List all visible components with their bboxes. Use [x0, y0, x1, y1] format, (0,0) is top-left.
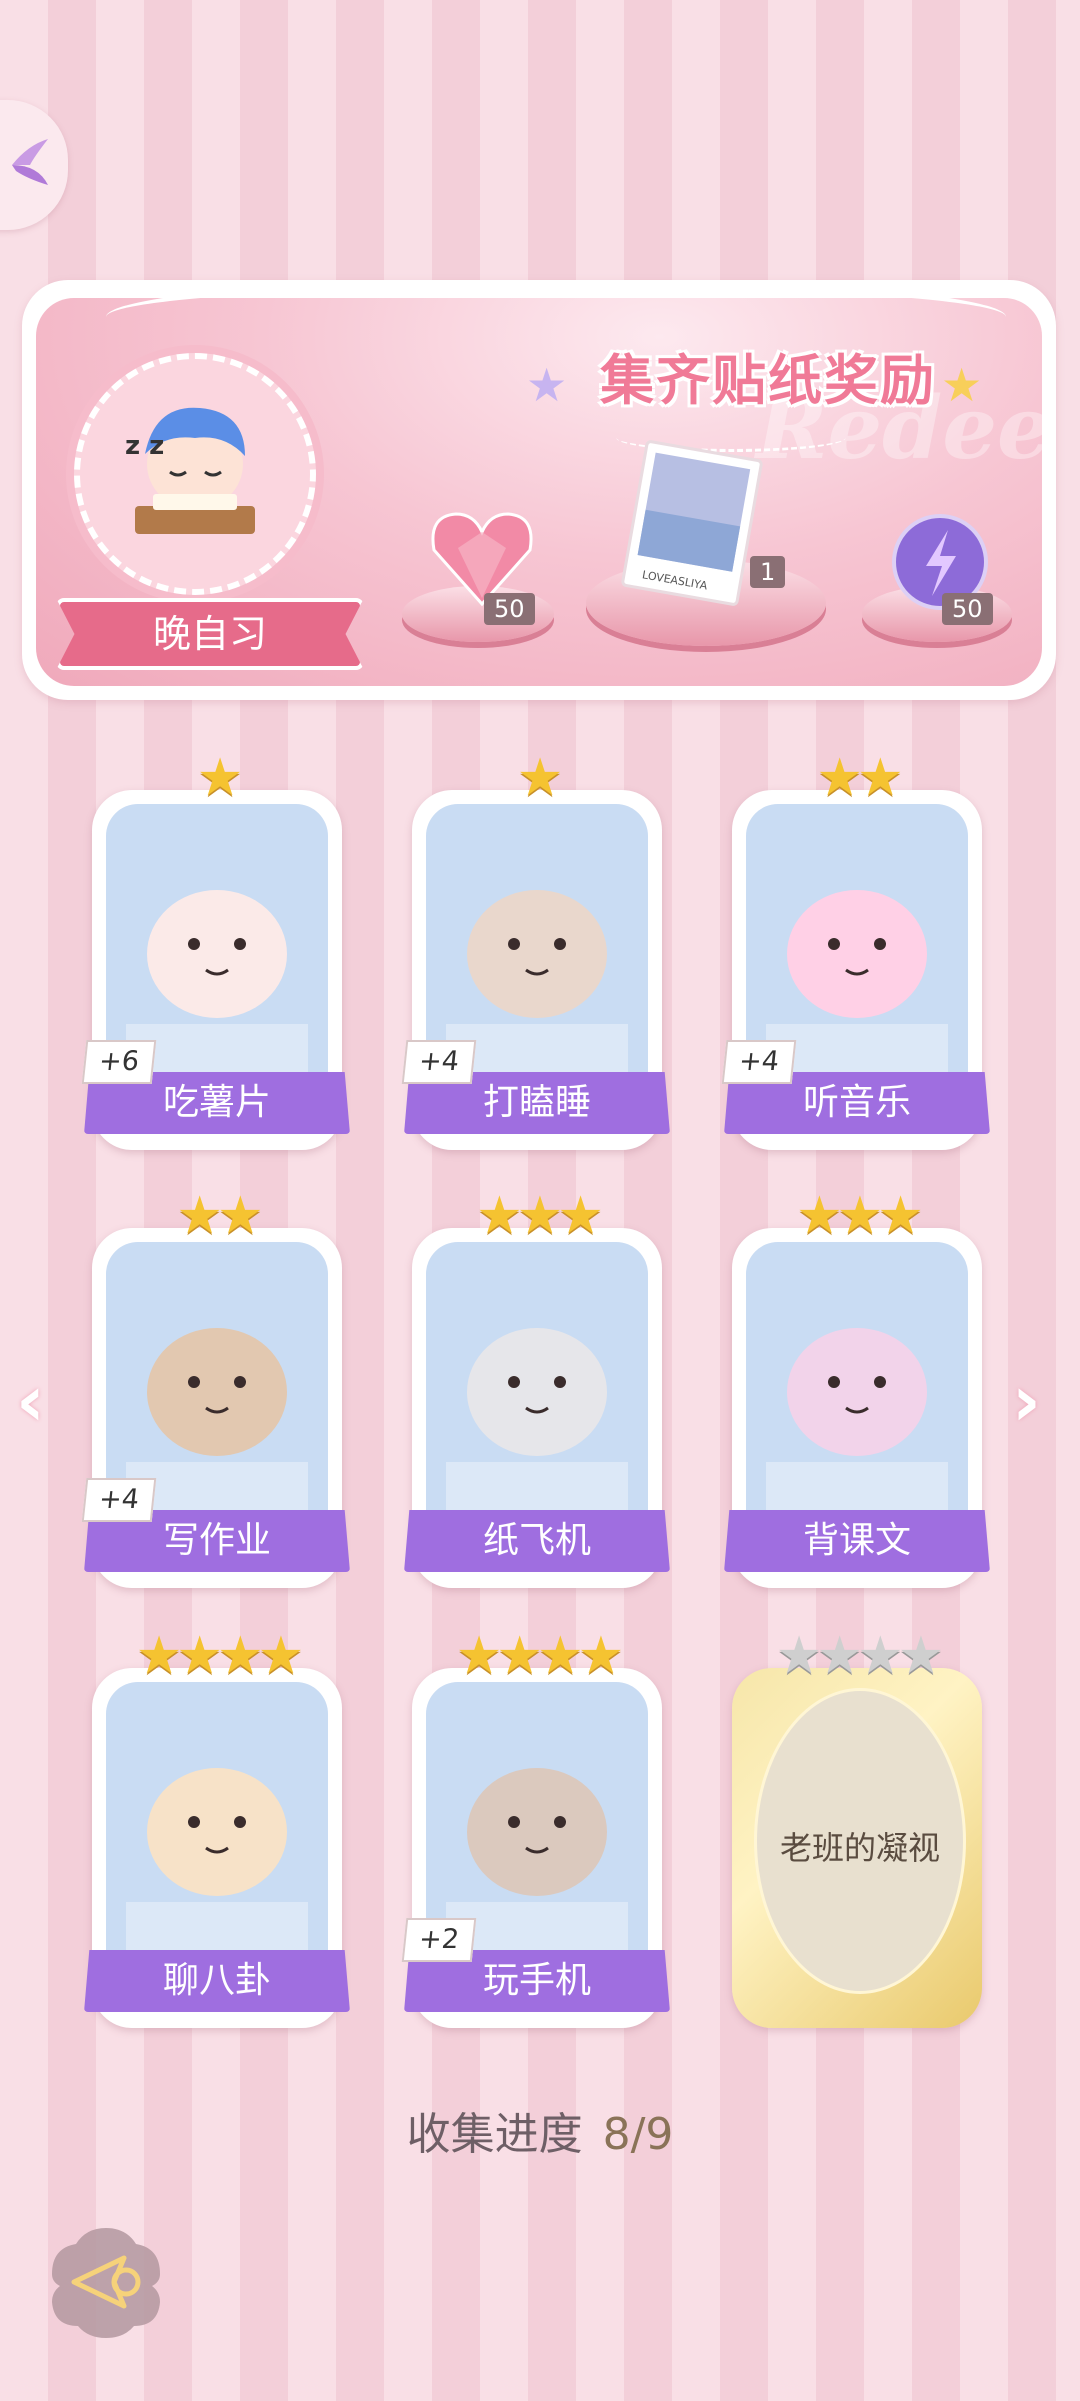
level-name: 晚自习	[152, 612, 267, 656]
star-icon: ★	[941, 358, 983, 412]
card-name: 老班的凝视	[779, 1829, 940, 1867]
photo-card-icon: LOVEASLIYA	[621, 440, 763, 606]
cat-paper-plane-icon	[426, 1242, 648, 1522]
progress-value: 8/9	[602, 2109, 674, 2160]
sticker-card[interactable]: ★★★ 背课文	[724, 1186, 990, 1588]
card-bonus-badge: +4	[721, 1040, 797, 1084]
level-avatar: z z	[74, 353, 316, 595]
next-page-arrow[interactable]: ›	[1012, 1360, 1041, 1442]
girl-reciting-icon	[746, 1242, 968, 1522]
star-rating: ★	[196, 748, 244, 808]
star-rating: ★★★	[796, 1186, 924, 1246]
previous-page-arrow[interactable]: ‹	[16, 1360, 45, 1442]
card-bonus-badge: +6	[81, 1040, 157, 1084]
reward-count: 50	[484, 593, 535, 625]
sticker-card[interactable]: ★★ 写作业 +4	[81, 1186, 350, 1588]
star-icon: ★	[526, 358, 568, 412]
star-rating: ★	[516, 748, 564, 808]
back-button[interactable]	[46, 2222, 166, 2342]
sticker-card[interactable]: ★ 吃薯片 +6	[81, 748, 350, 1150]
progress-label: 收集进度	[406, 2109, 583, 2160]
level-name-ribbon: 晚自习	[56, 598, 364, 670]
card-bonus-badge: +4	[401, 1040, 477, 1084]
reward-count: 50	[942, 593, 993, 625]
star-rating: ★★★★	[455, 1626, 624, 1686]
sticker-reward-banner: Redeem 集齐贴纸奖励 ★ ★ z z 晚自习 50	[22, 280, 1056, 700]
menu-button[interactable]	[0, 100, 68, 230]
card-name: 聊八卦	[84, 1950, 350, 2012]
sleeping-boy-icon: z z	[125, 407, 255, 534]
back-arrow-icon	[52, 2228, 160, 2338]
star-rating: ★★	[176, 1186, 263, 1246]
card-bonus-badge: +2	[401, 1918, 477, 1962]
card-name: 背课文	[724, 1510, 990, 1572]
star-rating: ★★	[816, 748, 903, 808]
dog-watermelon-icon	[106, 1682, 328, 1962]
card-name: 纸飞机	[404, 1510, 670, 1572]
svg-text:z z: z z	[125, 431, 164, 461]
card-bonus-badge: +4	[81, 1478, 157, 1522]
pinwheel-icon	[12, 139, 48, 185]
sticker-card[interactable]: ★★ 听音乐 +4	[721, 748, 990, 1150]
star-rating: ★★★	[476, 1186, 604, 1246]
sticker-card[interactable]: ★★★★ 老班的凝视	[732, 1626, 982, 2028]
sticker-card[interactable]: ★ 打瞌睡 +4	[401, 748, 670, 1150]
locked-card-placeholder: 老班的凝视	[754, 1688, 966, 1994]
reward-count: 1	[750, 556, 786, 588]
sticker-card[interactable]: ★★★★ 聊八卦	[84, 1626, 350, 2028]
sticker-card[interactable]: ★★★ 纸飞机	[404, 1186, 670, 1588]
collection-progress: 收集进度 8/9	[0, 2098, 1080, 2162]
sticker-card[interactable]: ★★★★ 玩手机 +2	[401, 1626, 670, 2028]
star-rating: ★★★★	[135, 1626, 304, 1686]
banner-title: 集齐贴纸奖励	[600, 349, 936, 412]
star-rating: ★★★★	[775, 1626, 944, 1686]
